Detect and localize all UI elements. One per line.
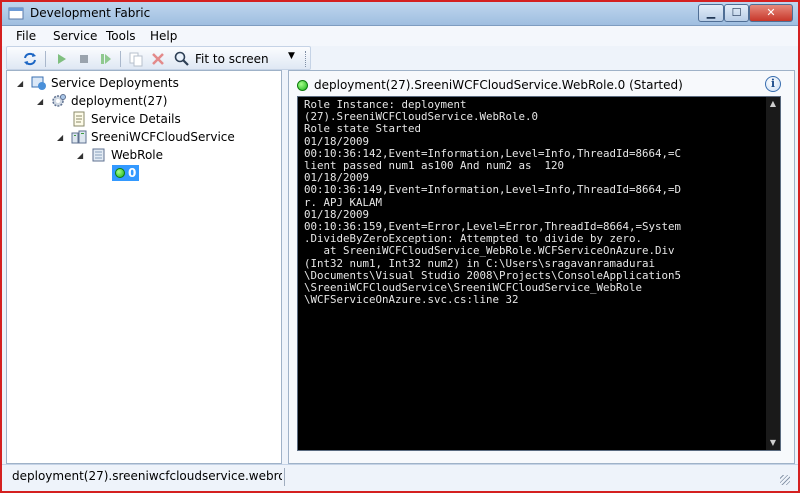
scroll-up-icon[interactable]: ▲ <box>766 97 780 111</box>
scroll-down-icon[interactable]: ▼ <box>766 436 780 450</box>
tree-label: deployment(27) <box>71 94 168 108</box>
console-line: \WCFServiceOnAzure.svc.cs:line 32 <box>304 293 519 307</box>
console-line: lient passed num1 as100 And num2 as 120 <box>304 159 565 173</box>
stop-icon[interactable] <box>75 50 93 68</box>
console-line: Role state Started <box>304 122 422 136</box>
menu-tools[interactable]: Tools <box>106 29 136 43</box>
delete-icon[interactable] <box>149 50 167 68</box>
tree-label: Service Deployments <box>51 76 179 90</box>
tree-label: 0 <box>128 166 137 180</box>
console-line: at SreeniWCFCloudService_WebRole.WCFServ… <box>304 244 675 258</box>
console-log: Role Instance: deployment (27).SreeniWCFC… <box>304 98 752 307</box>
tree-item-instance-0[interactable]: 0 <box>112 164 140 182</box>
fit-to-screen-dropdown[interactable]: Fit to screen <box>195 52 269 66</box>
minimize-button[interactable]: ▁ <box>698 4 724 22</box>
running-status-icon <box>115 168 125 178</box>
chevron-down-icon[interactable]: ▼ <box>288 51 295 61</box>
instance-header: deployment(27).SreeniWCFCloudService.Web… <box>297 77 767 93</box>
close-button[interactable]: ✕ <box>749 4 793 22</box>
toolbar: Fit to screen ▼ <box>6 46 311 70</box>
cloud-service-icon <box>71 130 87 144</box>
maximize-button[interactable]: ☐ <box>724 4 749 22</box>
window-frame: Development Fabric ▁ ☐ ✕ File Service To… <box>0 0 800 493</box>
toolbar-separator <box>45 51 46 67</box>
menu-service[interactable]: Service <box>53 29 97 43</box>
document-icon <box>73 111 85 127</box>
gear-icon <box>52 94 66 107</box>
window-title: Development Fabric <box>30 6 151 20</box>
collapse-icon[interactable]: ◢ <box>57 133 67 142</box>
menu-bar: File Service Tools Help <box>2 26 798 46</box>
service-deployments-icon <box>31 76 46 90</box>
instance-title: deployment(27).SreeniWCFCloudService.Web… <box>314 78 683 92</box>
refresh-icon[interactable] <box>21 50 39 68</box>
tree-item-deployment[interactable]: ◢ deployment(27) <box>37 92 167 110</box>
resize-grip-icon[interactable] <box>780 475 790 485</box>
status-text: deployment(27).sreeniwcfcloudservice.web… <box>12 469 282 483</box>
running-status-icon <box>297 79 308 91</box>
tree-label: SreeniWCFCloudService <box>91 130 235 144</box>
collapse-icon[interactable]: ◢ <box>17 79 27 88</box>
restart-icon[interactable] <box>97 50 115 68</box>
deployment-tree: ◢ Service Deployments ◢ deployment(27) S… <box>6 70 282 464</box>
info-icon[interactable]: i <box>765 76 781 92</box>
tree-item-service-details[interactable]: Service Details <box>71 110 181 128</box>
collapse-icon[interactable]: ◢ <box>37 97 47 106</box>
tree-label: WebRole <box>111 148 164 162</box>
status-bar: deployment(27).sreeniwcfcloudservice.web… <box>2 464 798 491</box>
menu-file[interactable]: File <box>16 29 36 43</box>
tree-item-service-deployments[interactable]: ◢ Service Deployments <box>17 74 179 92</box>
title-bar[interactable]: Development Fabric ▁ ☐ ✕ <box>2 2 798 26</box>
copy-icon[interactable] <box>127 50 145 68</box>
instance-detail-pane: deployment(27).SreeniWCFCloudService.Web… <box>288 70 795 464</box>
console-line: 01/18/2009 <box>304 134 370 148</box>
console-line: r. APJ KALAM <box>304 195 383 209</box>
webrole-icon <box>92 148 105 162</box>
collapse-icon[interactable]: ◢ <box>77 151 87 160</box>
status-separator <box>284 468 285 486</box>
play-icon[interactable] <box>53 50 71 68</box>
console-line: 00:10:36:149,Event=Information,Level=Inf… <box>304 183 682 197</box>
selected-instance[interactable]: 0 <box>112 165 140 181</box>
menu-help[interactable]: Help <box>150 29 177 43</box>
console-output[interactable]: Role Instance: deployment (27).SreeniWCFC… <box>297 96 781 451</box>
console-line: (Int32 num1, Int32 num2) in C:\Users\sra… <box>304 256 656 270</box>
toolbar-grip[interactable] <box>305 51 310 67</box>
zoom-icon[interactable] <box>173 50 191 68</box>
tree-item-webrole[interactable]: ◢ WebRole <box>77 146 163 164</box>
app-icon <box>8 7 24 20</box>
tree-item-cloud-service[interactable]: ◢ SreeniWCFCloudService <box>57 128 235 146</box>
console-scrollbar[interactable]: ▲ ▼ <box>766 97 780 450</box>
toolbar-separator <box>120 51 121 67</box>
tree-label: Service Details <box>91 112 181 126</box>
